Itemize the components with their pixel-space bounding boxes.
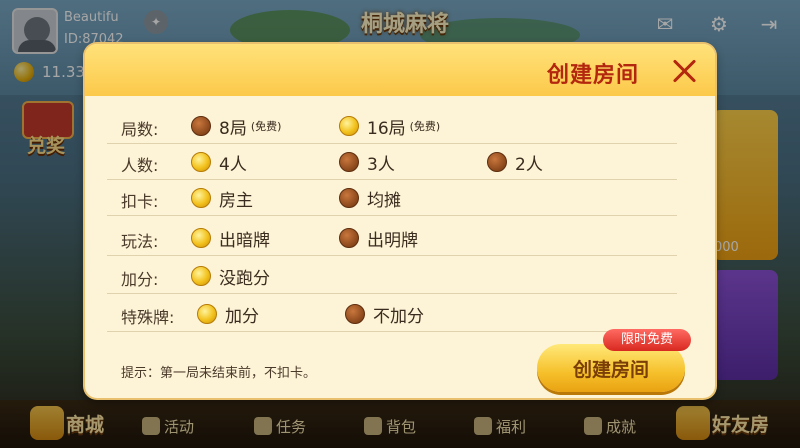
- option-16-rounds[interactable]: 16局 (免费): [339, 114, 441, 139]
- option-label: 房主: [219, 190, 253, 211]
- radio-selected-icon: [197, 304, 217, 324]
- hint-text: 提示：第一局未结束前，不扣卡。: [121, 366, 317, 381]
- option-label: 8局: [219, 118, 247, 139]
- row-divider: [107, 293, 677, 294]
- option-8-rounds[interactable]: 8局 (免费): [191, 114, 282, 139]
- row-label: 局数:: [121, 120, 159, 139]
- row-label: 人数:: [121, 156, 159, 175]
- radio-selected-icon: [339, 116, 359, 136]
- row-label: 玩法:: [121, 232, 159, 251]
- radio-unselected-icon: [487, 152, 507, 172]
- create-room-button[interactable]: 创建房间: [537, 344, 685, 392]
- radio-selected-icon: [191, 152, 211, 172]
- option-no-add-points[interactable]: 不加分: [345, 302, 424, 327]
- option-4-players[interactable]: 4人: [191, 150, 247, 175]
- option-row-play-mode: 玩法: 出暗牌 出明牌: [107, 220, 677, 256]
- radio-unselected-icon: [191, 116, 211, 136]
- option-sublabel: (免费): [250, 120, 282, 133]
- radio-unselected-icon: [345, 304, 365, 324]
- option-label: 加分: [225, 306, 259, 327]
- row-divider: [107, 255, 677, 256]
- dialog-title: 创建房间: [546, 63, 639, 88]
- option-sublabel: (免费): [409, 120, 441, 133]
- option-3-players[interactable]: 3人: [339, 150, 395, 175]
- row-label: 扣卡:: [121, 192, 159, 211]
- option-row-players: 人数: 4人 3人 2人: [107, 144, 677, 180]
- option-row-special-tiles: 特殊牌: 加分 不加分: [107, 296, 677, 332]
- option-no-run-points[interactable]: 没跑分: [191, 264, 270, 289]
- row-label: 特殊牌:: [121, 308, 175, 327]
- option-host-pays[interactable]: 房主: [191, 186, 253, 211]
- close-icon[interactable]: [667, 54, 701, 88]
- option-row-card-deduction: 扣卡: 房主 均摊: [107, 180, 677, 216]
- option-label: 没跑分: [219, 268, 270, 289]
- option-split-cost[interactable]: 均摊: [339, 186, 401, 211]
- option-label: 出明牌: [367, 230, 418, 251]
- option-hidden-tiles[interactable]: 出暗牌: [191, 226, 270, 251]
- row-divider: [107, 215, 677, 216]
- option-label: 2人: [515, 154, 543, 175]
- radio-unselected-icon: [339, 188, 359, 208]
- row-divider: [107, 331, 677, 332]
- radio-unselected-icon: [339, 152, 359, 172]
- option-label: 出暗牌: [219, 230, 270, 251]
- create-room-button-label: 创建房间: [572, 359, 649, 381]
- create-room-dialog: 创建房间 局数: 8局 (免费) 16局 (免费) 人数: 4人 3人 2人 扣…: [85, 44, 715, 398]
- row-label: 加分:: [121, 270, 159, 289]
- option-label: 均摊: [367, 190, 401, 211]
- radio-selected-icon: [191, 188, 211, 208]
- option-label: 3人: [367, 154, 395, 175]
- option-add-points[interactable]: 加分: [197, 302, 259, 327]
- option-label: 4人: [219, 154, 247, 175]
- option-row-bonus: 加分: 没跑分: [107, 258, 677, 294]
- option-row-rounds: 局数: 8局 (免费) 16局 (免费): [107, 108, 677, 144]
- radio-selected-icon: [191, 228, 211, 248]
- radio-unselected-icon: [339, 228, 359, 248]
- option-label: 不加分: [373, 306, 424, 327]
- limited-free-badge: 限时免费: [603, 329, 691, 351]
- option-label: 16局: [367, 118, 406, 139]
- radio-selected-icon: [191, 266, 211, 286]
- option-open-tiles[interactable]: 出明牌: [339, 226, 418, 251]
- option-2-players[interactable]: 2人: [487, 150, 543, 175]
